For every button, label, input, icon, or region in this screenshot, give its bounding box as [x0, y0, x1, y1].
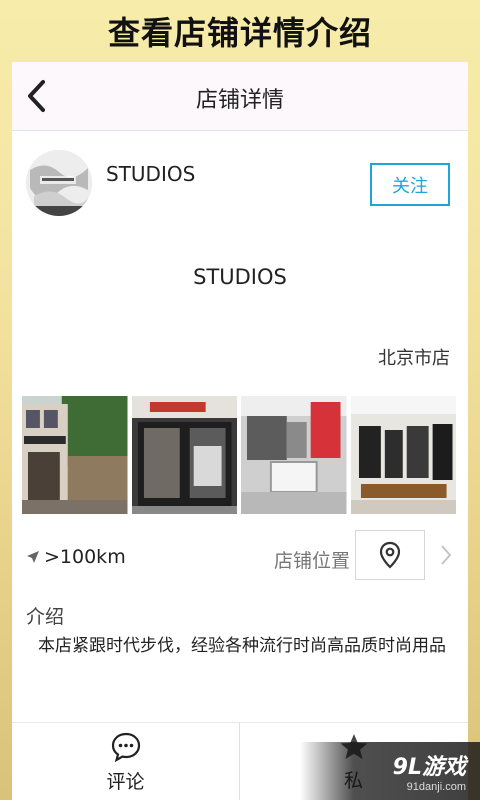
- tab-comment-label: 评论: [106, 770, 145, 793]
- navigation-arrow-icon: [27, 551, 39, 563]
- watermark-url: 91danji.com: [406, 781, 466, 793]
- store-interior-photo: [350, 396, 456, 514]
- shop-avatar[interactable]: [26, 150, 92, 216]
- follow-button[interactable]: 关注: [370, 163, 450, 206]
- distance-value: >100km: [44, 546, 126, 568]
- map-location-button[interactable]: [355, 530, 425, 580]
- shop-photo[interactable]: [241, 396, 347, 514]
- shop-logo-image: [26, 150, 92, 216]
- storefront-photo: [131, 396, 237, 514]
- banner-title: 查看店铺详情介绍: [107, 14, 372, 52]
- page-title: 店铺详情: [195, 88, 284, 113]
- tab-comment[interactable]: 评论: [12, 723, 239, 800]
- storefront-photo: [22, 396, 128, 514]
- watermark-logo-text: 9L游戏: [392, 755, 466, 780]
- shop-photo[interactable]: [131, 396, 237, 514]
- top-navigation-bar: 店铺详情: [12, 62, 468, 131]
- shop-photo-gallery: [22, 396, 456, 514]
- shop-name: STUDIOS: [106, 162, 196, 186]
- site-watermark: 9L游戏 91danji.com: [300, 742, 480, 800]
- shop-headline: STUDIOS: [193, 265, 287, 289]
- location-pin-icon: [379, 541, 401, 569]
- store-interior-photo: [241, 396, 347, 514]
- promo-banner: 查看店铺详情介绍: [0, 0, 480, 62]
- shop-photo[interactable]: [22, 396, 128, 514]
- intro-text: 本店紧跟时代步伐，经验各种流行时尚高品质时尚用品: [38, 636, 446, 656]
- intro-heading: 介绍: [26, 606, 65, 628]
- app-screen: 店铺详情 STUDIOS 关注 STUDIOS 北京市店 >100km 店铺位置…: [12, 62, 468, 800]
- shop-location-label[interactable]: 店铺位置: [274, 546, 350, 573]
- comment-bubble-icon: [111, 732, 140, 762]
- shop-photo[interactable]: [350, 396, 456, 514]
- distance-info: >100km: [26, 546, 126, 568]
- chevron-right-icon[interactable]: [436, 540, 456, 570]
- shop-city: 北京市店: [378, 348, 450, 369]
